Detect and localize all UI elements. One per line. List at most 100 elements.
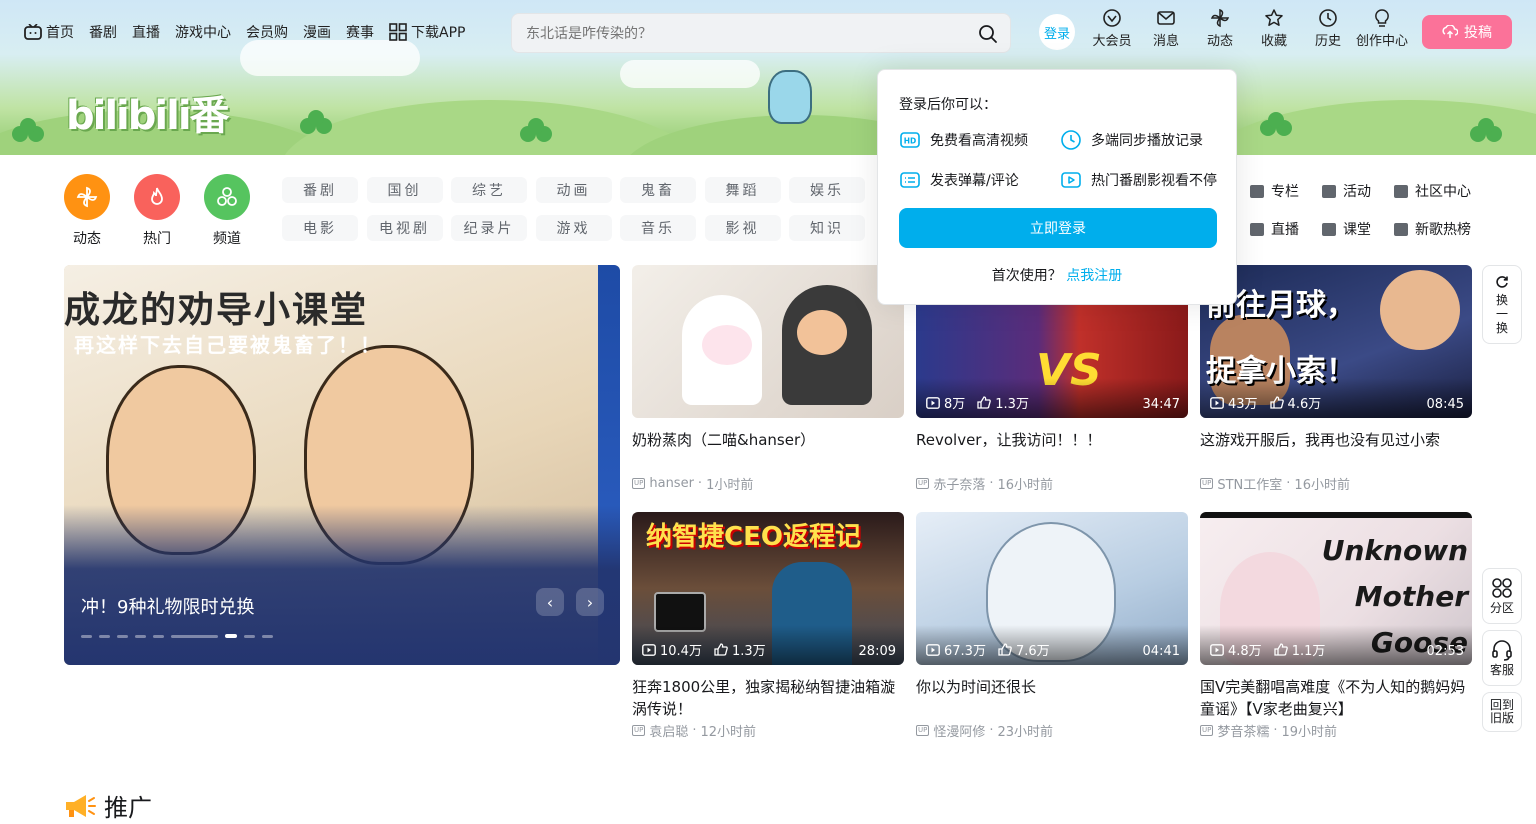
link-column[interactable]: 专栏 [1250,181,1322,201]
channel-circle [204,174,250,220]
carousel-next-button[interactable]: › [576,588,604,616]
tv-icon [24,24,42,40]
dynamic-entry[interactable]: 动态 [1193,8,1247,49]
refresh-button[interactable]: 换一换 [1482,265,1522,344]
upload-button[interactable]: 投稿 [1422,15,1512,49]
search-icon[interactable] [978,24,998,44]
message-label: 消息 [1152,34,1179,49]
video-thumbnail[interactable]: 前往月球，捉拿小索！ 43万 4.6万 08:45 [1200,265,1472,418]
favorites-entry[interactable]: 收藏 [1247,8,1301,49]
video-title[interactable]: 国V完美翻唱高难度《不为人知的鹅妈妈童谣》【V家老曲复兴】 [1200,676,1472,720]
video-author[interactable]: 袁启聪 [649,721,688,740]
banner-clover [12,118,46,152]
chip-tv-series[interactable]: 电视剧 [366,215,443,241]
carousel-prev-button[interactable]: ‹ [536,588,564,616]
video-thumbnail[interactable]: 67.3万 7.6万 04:41 [916,512,1188,665]
chip-game[interactable]: 游戏 [535,215,612,241]
register-link[interactable]: 点我注册 [1066,268,1122,284]
nav-game-center[interactable]: 游戏中心 [175,22,231,42]
nav-match[interactable]: 赛事 [346,22,374,42]
video-card[interactable]: 67.3万 7.6万 04:41 你以为时间还很长 UP 怪漫阿修 · 23小时前 [916,512,1188,740]
video-author[interactable]: hanser [649,476,694,491]
history-entry[interactable]: 历史 [1301,8,1355,49]
nav-live[interactable]: 直播 [132,22,160,42]
chip-kichiku[interactable]: 鬼畜 [620,177,696,203]
login-avatar-button[interactable]: 登录 [1039,14,1075,50]
video-title[interactable]: 这游戏开服后，我再也没有见过小索 [1200,429,1472,473]
channel-hot[interactable]: 热门 [134,174,180,248]
carousel-dot[interactable] [99,634,110,638]
link-activity-label: 活动 [1343,184,1371,200]
video-thumbnail[interactable] [632,265,904,418]
message-entry[interactable]: 消息 [1139,8,1193,49]
video-thumbnail[interactable]: Unknown Mother Goose 4.8万 1.1万 02:53 [1200,512,1472,665]
chip-knowledge[interactable]: 知识 [789,215,865,241]
banner-carousel[interactable]: 成龙的劝导小课堂 再这样下去自己要被鬼畜了！！ 冲！9种礼物限时兑换 ‹ › [64,265,620,665]
video-duration: 28:09 [858,644,896,659]
chip-documentary[interactable]: 纪录片 [451,215,527,241]
video-card[interactable]: 奶粉蒸肉（二喵&hanser） UP hanser · 1小时前 [632,265,904,493]
chip-movie[interactable]: 电影 [282,215,358,241]
carousel-dot[interactable] [117,634,128,638]
chip-film[interactable]: 影视 [704,215,781,241]
link-new-songs[interactable]: 新歌热榜 [1394,219,1494,239]
nav-left: 首页 番剧 直播 游戏中心 会员购 漫画 赛事 下载APP [24,22,465,42]
chip-music[interactable]: 音乐 [620,215,696,241]
top-navigation: 首页 番剧 直播 游戏中心 会员购 漫画 赛事 下载APP 登录 大会员 消息 … [0,0,1536,64]
play-count: 10.4万 [642,640,702,659]
girl-sticker [797,310,847,355]
chip-dance[interactable]: 舞蹈 [704,177,781,203]
video-author[interactable]: STN工作室 [1217,474,1282,493]
link-live[interactable]: 直播 [1250,219,1322,239]
chip-animation[interactable]: 动画 [535,177,612,203]
flag-icon [1322,184,1336,198]
clock-icon [1061,130,1081,150]
zone-button[interactable]: 分区 [1482,568,1522,624]
channel-dynamic[interactable]: 动态 [64,174,110,248]
chip-guochuang[interactable]: 国创 [366,177,443,203]
play-icon [926,396,940,409]
link-community[interactable]: 社区中心 [1394,181,1494,201]
video-card[interactable]: 前往月球，捉拿小索！ 43万 4.6万 08:45 这游戏开服后，我再也没有见过… [1200,265,1472,493]
video-card[interactable]: 纳智捷CEO返程记 10.4万 1.3万 28:09 狂奔1800公里，独家揭秘… [632,512,904,740]
video-title[interactable]: Revolver，让我访问！！！ [916,429,1188,473]
video-card[interactable]: Unknown Mother Goose 4.8万 1.1万 02:53 国V完… [1200,512,1472,740]
service-button[interactable]: 客服 [1482,630,1522,686]
carousel-dot-active[interactable] [225,634,237,638]
carousel-art-title: 成龙的劝导小课堂 [64,290,369,331]
chip-anime[interactable]: 番剧 [282,177,358,203]
video-thumbnail[interactable]: 纳智捷CEO返程记 10.4万 1.3万 28:09 [632,512,904,665]
video-title[interactable]: 奶粉蒸肉（二喵&hanser） [632,429,904,473]
link-activity[interactable]: 活动 [1322,181,1394,201]
carousel-dot[interactable] [171,634,218,638]
video-author[interactable]: 怪漫阿修 [933,721,985,740]
old-version-button[interactable]: 回到旧版 [1482,692,1522,732]
link-course[interactable]: 课堂 [1322,219,1394,239]
video-author[interactable]: 赤子奈落 [933,474,985,493]
play-screen-icon [1061,172,1081,188]
nav-manga[interactable]: 漫画 [303,22,331,42]
vip-entry[interactable]: 大会员 [1085,8,1139,49]
search-input[interactable] [526,23,966,45]
carousel-caption[interactable]: 冲！9种礼物限时兑换 [81,593,254,619]
carousel-dot[interactable] [262,634,273,638]
nav-home[interactable]: 首页 [24,22,74,42]
channel-channel[interactable]: 频道 [204,174,250,248]
chip-entertainment[interactable]: 娱乐 [789,177,865,203]
bilibili-logo[interactable]: bilibili番 [66,83,230,141]
carousel-dot[interactable] [135,634,146,638]
carousel-dot[interactable] [81,634,92,638]
video-title[interactable]: 你以为时间还很长 [916,676,1188,720]
nav-download-app[interactable]: 下载APP [389,22,465,42]
login-now-button[interactable]: 立即登录 [899,208,1217,248]
video-author[interactable]: 梦音茶糯 [1217,721,1269,740]
carousel-dot[interactable] [153,634,164,638]
nav-anime[interactable]: 番剧 [89,22,117,42]
chip-variety[interactable]: 综艺 [451,177,527,203]
creator-entry[interactable]: 创作中心 [1355,8,1409,49]
nav-mall[interactable]: 会员购 [246,22,288,42]
video-title[interactable]: 狂奔1800公里，独家揭秘纳智捷油箱漩涡传说！ [632,676,904,720]
meta-separator: · [697,476,703,491]
like-count: 1.3万 [714,640,766,659]
carousel-dot[interactable] [244,634,255,638]
